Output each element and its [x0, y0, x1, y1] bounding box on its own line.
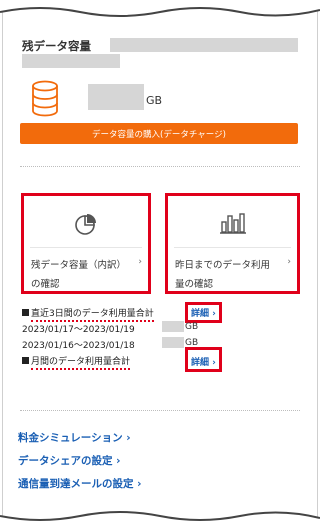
torn-edge-bottom [0, 511, 320, 530]
divider [20, 166, 300, 167]
bar-chart-icon [219, 213, 246, 234]
recent-usage-label: 直近3日間のデータ利用量合計 [22, 306, 154, 322]
monthly-usage-detail-link[interactable]: 詳細 › [185, 347, 222, 372]
usage-period-1: 2023/01/17～2023/01/19 [22, 325, 135, 335]
remaining-data-title: 残データ容量 [22, 39, 91, 53]
chevron-right-icon: › [287, 257, 291, 267]
square-bullet-icon [22, 309, 29, 316]
card-separator [174, 247, 291, 248]
remaining-unit: GB [146, 94, 163, 107]
redacted-block [22, 54, 120, 68]
card-label: 昨日までのデータ利用 量の確認 [175, 260, 271, 290]
link-usage-alert-email-settings[interactable]: 通信量到達メールの設定 › [18, 476, 141, 491]
redacted-remaining-value [88, 84, 144, 110]
torn-edge-top [0, 0, 320, 17]
recent-usage-detail-link[interactable]: 詳細 › [185, 302, 222, 323]
database-icon [32, 80, 58, 117]
chevron-right-icon: › [138, 257, 142, 267]
card-usage-until-yesterday[interactable]: 昨日までのデータ利用 量の確認 › [165, 193, 300, 294]
usage-period-2: 2023/01/16～2023/01/18 [22, 341, 135, 351]
usage-period-1-unit: GB [185, 322, 199, 332]
buy-data-button[interactable]: データ容量の購入(データチャージ) [20, 123, 298, 144]
redacted-usage-value [162, 321, 184, 332]
divider [20, 410, 300, 411]
link-data-share-settings[interactable]: データシェアの設定 › [18, 453, 120, 468]
redacted-block [110, 38, 298, 52]
card-separator [30, 247, 142, 248]
card-label: 残データ容量（内訳） の確認 [31, 260, 127, 290]
link-price-simulation[interactable]: 料金シミュレーション › [18, 430, 131, 445]
square-bullet-icon [22, 357, 29, 364]
pie-chart-icon [75, 214, 96, 235]
card-remaining-breakdown[interactable]: 残データ容量（内訳） の確認 › [21, 193, 151, 294]
redacted-usage-value [162, 337, 184, 348]
monthly-usage-label: 月間のデータ利用量合計 [22, 354, 131, 370]
